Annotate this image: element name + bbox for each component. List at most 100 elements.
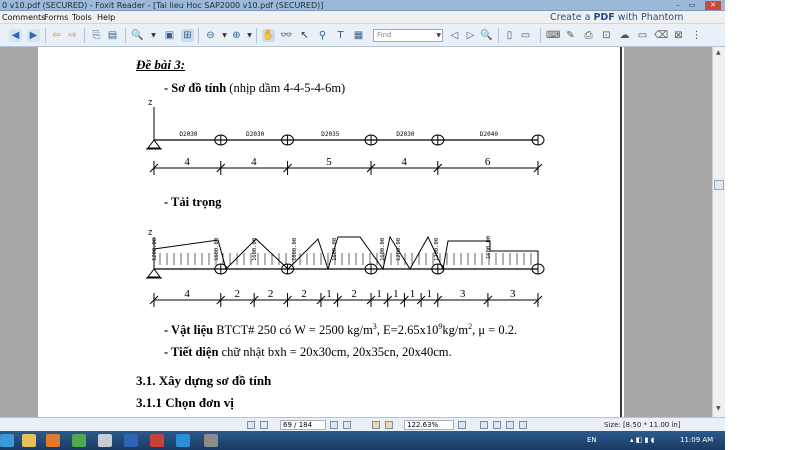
zoom-icon[interactable]: 🔍 <box>131 29 144 42</box>
binoculars-icon[interactable]: ⚲ <box>316 29 329 42</box>
toolbar-separator <box>498 28 499 43</box>
zoom-in-dropdown-icon[interactable]: ▼ <box>243 29 256 42</box>
zoom-out-icon[interactable]: ⊖ <box>204 29 217 42</box>
chevron-down-icon[interactable]: ▼ <box>436 30 441 41</box>
menu-tools[interactable]: Tools <box>72 11 92 24</box>
back-view-icon[interactable] <box>372 421 380 429</box>
right-gray-margin <box>624 47 712 417</box>
skype-icon[interactable] <box>176 434 190 447</box>
facing-icon[interactable] <box>506 421 514 429</box>
chrome-icon[interactable] <box>72 434 86 447</box>
load-profile <box>153 235 539 271</box>
zoom-field[interactable]: 122.63% <box>404 420 454 430</box>
beam-label-5: D2040 <box>480 131 498 138</box>
measure-icon[interactable]: ⊠ <box>672 29 685 42</box>
scroll-thumb[interactable] <box>714 180 724 190</box>
single-page-icon[interactable] <box>480 421 488 429</box>
outside-area <box>725 0 800 450</box>
typewriter-icon[interactable]: ⌨ <box>546 29 560 42</box>
zoom-dropdown-icon[interactable]: ▼ <box>147 29 160 42</box>
close-button[interactable]: ✕ <box>705 1 721 10</box>
beam-label-2: D2030 <box>246 131 264 138</box>
beam-label-4: D2030 <box>396 131 414 138</box>
word-icon[interactable] <box>124 434 138 447</box>
menu-forms[interactable]: Forms <box>44 11 68 24</box>
span-label-top-4: 4 <box>401 156 407 168</box>
span-label-bottom-3: 2 <box>268 288 274 300</box>
previous-view-icon[interactable]: ⇦ <box>50 29 63 42</box>
last-page-icon[interactable] <box>343 421 351 429</box>
toolbar-separator <box>256 28 257 43</box>
span-label-bottom-1: 4 <box>184 288 190 300</box>
next-page-icon[interactable] <box>330 421 338 429</box>
tray-icons[interactable]: ▴ ◧ ▮ ◖ <box>630 431 654 450</box>
next-view-icon[interactable]: ⇨ <box>66 29 79 42</box>
toolbar-separator <box>84 28 85 43</box>
find-previous-icon[interactable]: ◁ <box>448 29 461 42</box>
prev-page-icon[interactable] <box>260 421 268 429</box>
stamp-icon[interactable]: ⎙ <box>582 29 595 42</box>
scroll-down-icon[interactable]: ▼ <box>716 405 721 412</box>
promo-suffix: with Phantom <box>614 12 684 23</box>
tool-icon[interactable] <box>204 434 218 447</box>
fit-width-icon[interactable]: ⊞ <box>181 29 194 42</box>
forward-view-icon[interactable] <box>385 421 393 429</box>
glasses-icon[interactable]: 👓 <box>280 29 293 42</box>
clock[interactable]: 11:09 AM <box>680 431 713 450</box>
left-gray-margin <box>0 47 38 417</box>
find-next-icon[interactable]: ▷ <box>464 29 477 42</box>
scroll-up-icon[interactable]: ▲ <box>716 49 721 56</box>
vertical-scrollbar[interactable]: ▲ ▼ <box>712 47 725 417</box>
continuous-facing-icon[interactable] <box>519 421 527 429</box>
first-page-icon[interactable] <box>247 421 255 429</box>
span-label-bottom-5: 1 <box>326 288 332 300</box>
start-button[interactable] <box>0 434 14 447</box>
select-arrow-icon[interactable]: ↖ <box>298 29 311 42</box>
cloud-icon[interactable]: ☁ <box>618 29 631 42</box>
image-tool-icon[interactable]: ▦ <box>352 29 365 42</box>
continuous-icon[interactable] <box>493 421 501 429</box>
minimize-button[interactable]: – <box>672 1 684 10</box>
menu-comments[interactable]: Comments <box>2 11 45 24</box>
select-text-icon[interactable]: ▤ <box>106 29 119 42</box>
fit-page-icon[interactable]: ▣ <box>163 29 176 42</box>
load-label-5: 1600.00 <box>332 238 338 261</box>
draw-icon[interactable]: ▭ <box>636 29 649 42</box>
explorer-icon[interactable] <box>22 434 36 447</box>
span-label-bottom-10: 1 <box>426 288 432 300</box>
load-label-2: 1600.00 <box>214 238 220 261</box>
firefox-icon[interactable] <box>46 434 60 447</box>
window-title: 0 v10.pdf (SECURED) - Foxit Reader - [Ta… <box>2 1 324 10</box>
search-icon[interactable]: 🔍 <box>480 29 493 42</box>
app-icon[interactable] <box>98 434 112 447</box>
span-label-bottom-2: 2 <box>234 288 240 300</box>
toolbar: ◀ ▶ ⇦ ⇨ ⎘ ▤ 🔍 ▼ ▣ ⊞ ⊖ ▼ ⊕ ▼ ✋ 👓 ↖ ⚲ T ▦ … <box>0 24 725 47</box>
beam-label-1: D2030 <box>179 131 197 138</box>
page-number-field[interactable]: 69 / 184 <box>280 420 326 430</box>
restore-button[interactable]: ▭ <box>686 1 698 10</box>
span-label-top-1: 4 <box>184 156 190 168</box>
foxit-icon[interactable] <box>150 434 164 447</box>
eraser-icon[interactable]: ⌫ <box>654 29 668 42</box>
toolbar-separator <box>125 28 126 43</box>
zoom-dropdown-icon[interactable] <box>458 421 466 429</box>
attachment-icon[interactable]: ▭ <box>519 29 532 42</box>
text-tool-icon[interactable]: T <box>334 29 347 42</box>
screen: 0 v10.pdf (SECURED) - Foxit Reader - [Ta… <box>0 0 800 450</box>
phantom-promo-link[interactable]: Create a PDF with Phantom <box>550 11 683 24</box>
more-tools-icon[interactable]: ⋮ <box>690 29 703 42</box>
page-icon[interactable]: ▯ <box>503 29 516 42</box>
comment-icon[interactable]: ✎ <box>564 29 577 42</box>
back-icon[interactable]: ◀ <box>9 29 22 42</box>
menu-help[interactable]: Help <box>97 11 115 24</box>
snapshot-icon[interactable]: ⎘ <box>90 29 103 42</box>
find-input[interactable]: Find ▼ <box>373 29 443 42</box>
load-label-6: 1600.00 <box>380 238 386 261</box>
textbox-icon[interactable]: ⊡ <box>600 29 613 42</box>
z-axis-label-2: Z <box>148 229 152 237</box>
forward-icon[interactable]: ▶ <box>27 29 40 42</box>
language-indicator[interactable]: EN <box>587 431 597 450</box>
hand-tool-icon[interactable]: ✋ <box>262 29 275 42</box>
zoom-in-icon[interactable]: ⊕ <box>230 29 243 42</box>
structural-diagram: ZD2030 D2030 D2035 D2030 D20404 4 5 4 6Z1200.00 1… <box>146 99 545 307</box>
